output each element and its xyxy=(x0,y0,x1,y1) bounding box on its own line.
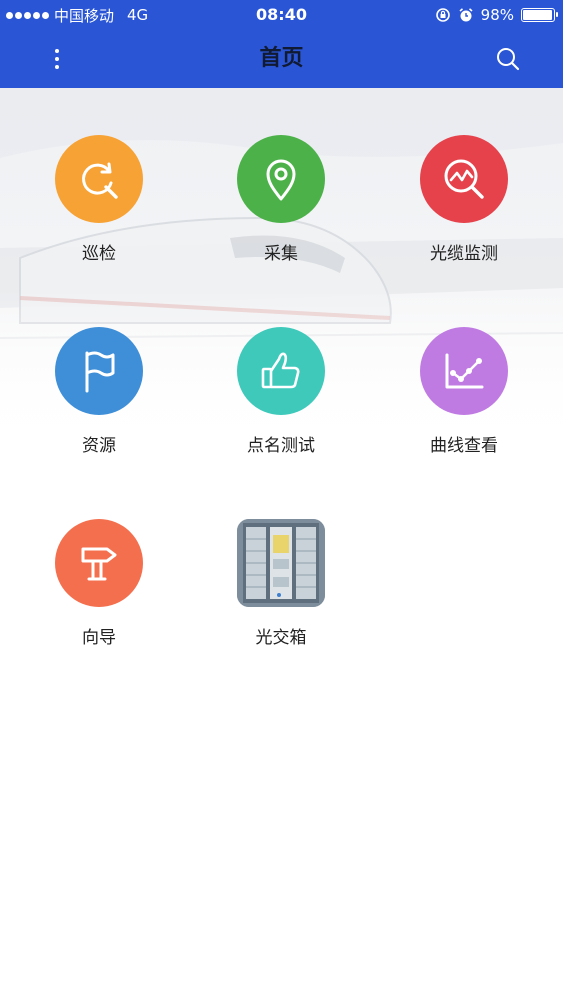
search-icon[interactable] xyxy=(491,42,525,76)
status-right: 98% xyxy=(435,0,558,30)
grid-item-curve-view[interactable]: 曲线查看 xyxy=(389,327,539,487)
location-pin-icon xyxy=(237,135,325,223)
grid-label: 巡检 xyxy=(82,244,116,264)
nav-bar: 首页 xyxy=(0,30,563,88)
flag-icon xyxy=(55,327,143,415)
grid-item-resource[interactable]: 资源 xyxy=(24,327,174,487)
grid-label: 光交箱 xyxy=(255,628,307,648)
grid-item-collect[interactable]: 采集 xyxy=(206,135,356,295)
grid-item-roll-call-test[interactable]: 点名测试 xyxy=(206,327,356,487)
page-title: 首页 xyxy=(259,46,304,71)
battery-percent: 98% xyxy=(480,6,514,24)
rotation-lock-icon xyxy=(435,8,450,22)
grid-item-patrol[interactable]: 巡检 xyxy=(24,135,174,295)
line-chart-icon xyxy=(420,327,508,415)
cabinet-photo-icon xyxy=(237,519,325,607)
grid-label: 光缆监测 xyxy=(430,244,498,264)
patrol-refresh-search-icon xyxy=(55,135,143,223)
grid-label: 向导 xyxy=(82,628,116,648)
grid-item-guide[interactable]: 向导 xyxy=(24,519,174,679)
signpost-icon xyxy=(55,519,143,607)
thumbs-up-icon xyxy=(237,327,325,415)
monitor-chart-search-icon xyxy=(420,135,508,223)
grid-item-cable-monitor[interactable]: 光缆监测 xyxy=(389,135,539,295)
grid-item-optical-cabinet[interactable]: 光交箱 xyxy=(206,519,356,679)
status-bar: 中国移动 4G 08:40 98% xyxy=(0,0,563,30)
grid-label: 采集 xyxy=(264,244,298,264)
alarm-clock-icon xyxy=(459,8,473,22)
battery-icon xyxy=(521,8,558,22)
grid-label: 曲线查看 xyxy=(430,436,498,456)
grid-label: 资源 xyxy=(82,436,116,456)
grid-label: 点名测试 xyxy=(247,436,315,456)
